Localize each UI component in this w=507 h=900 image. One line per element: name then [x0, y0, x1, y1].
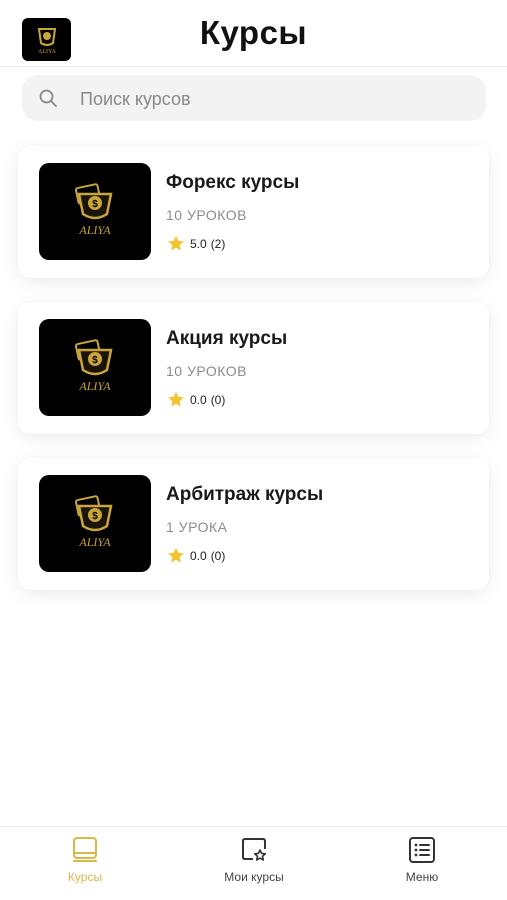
nav-label: Меню	[405, 870, 439, 884]
thumb-text: ALIYA	[78, 223, 111, 237]
course-thumbnail: $ ALIYA	[39, 475, 151, 572]
lesson-count: 1 УРОКА	[166, 519, 228, 535]
course-title: Форекс курсы	[166, 172, 300, 193]
my-courses-icon	[242, 838, 267, 861]
rating-value: 5.0	[190, 236, 207, 251]
course-rating: 0.0 (0)	[166, 390, 225, 409]
bottom-nav: Курсы Мои курсы Меню	[0, 826, 507, 900]
search-icon	[39, 89, 57, 107]
courses-screen: ALIYA Курсы $ ALIYA Форекс курсы 10 УРОК…	[0, 0, 507, 900]
list-icon	[409, 837, 435, 863]
aliya-logo-icon: $ ALIYA	[74, 182, 113, 237]
book-icon	[73, 837, 97, 862]
aliya-logo-icon: $ ALIYA	[74, 338, 113, 393]
nav-label: Мои курсы	[224, 870, 284, 884]
page-title: Курсы	[199, 14, 308, 51]
course-rating: 0.0 (0)	[166, 546, 225, 565]
nav-item-menu[interactable]: Меню	[362, 835, 482, 895]
rating-value: 0.0	[190, 548, 207, 563]
lesson-count: 10 УРОКОВ	[166, 363, 248, 379]
lesson-count: 10 УРОКОВ	[166, 207, 248, 223]
rating-value: 0.0	[190, 392, 207, 407]
search-input[interactable]	[78, 75, 472, 123]
course-rating: 5.0 (2)	[166, 234, 225, 253]
star-icon	[168, 235, 184, 251]
course-card[interactable]: $ ALIYA Форекс курсы 10 УРОКОВ 5.0 (2)	[18, 146, 489, 278]
review-count: (0)	[210, 548, 226, 563]
search-bar[interactable]	[22, 75, 486, 123]
course-card[interactable]: $ ALIYA Акция курсы 10 УРОКОВ 0.0 (0)	[18, 302, 489, 434]
nav-label: Курсы	[67, 870, 103, 884]
course-title: Акция курсы	[166, 328, 288, 349]
course-title: Арбитраж курсы	[166, 484, 324, 505]
thumb-text: ALIYA	[78, 379, 111, 393]
nav-item-my-courses[interactable]: Мои курсы	[194, 835, 314, 895]
course-thumbnail: $ ALIYA	[39, 319, 151, 416]
review-count: (2)	[210, 236, 226, 251]
star-icon	[168, 391, 184, 407]
aliya-logo-icon: $ ALIYA	[74, 494, 113, 549]
thumb-text: ALIYA	[78, 535, 111, 549]
course-thumbnail: $ ALIYA	[39, 163, 151, 260]
svg-text:$: $	[92, 355, 98, 366]
star-icon	[168, 547, 184, 563]
svg-text:$: $	[92, 199, 98, 210]
header: ALIYA Курсы	[0, 0, 507, 67]
svg-text:$: $	[92, 511, 98, 522]
review-count: (0)	[210, 392, 226, 407]
course-card[interactable]: $ ALIYA Арбитраж курсы 1 УРОКА 0.0 (0)	[18, 458, 489, 590]
nav-item-courses[interactable]: Курсы	[25, 835, 145, 895]
